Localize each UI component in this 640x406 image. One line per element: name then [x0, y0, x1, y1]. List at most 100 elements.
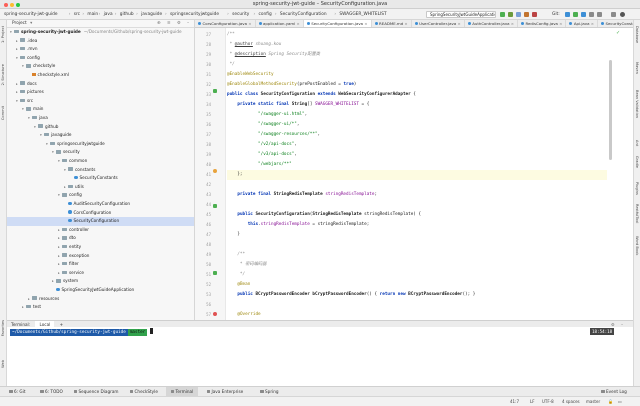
- close-icon[interactable]: ×: [510, 21, 514, 26]
- settings-icon[interactable]: [611, 11, 616, 17]
- close-icon[interactable]: ×: [403, 21, 407, 26]
- debug-icon[interactable]: [508, 11, 513, 17]
- tree-item[interactable]: ▸ entity: [7, 243, 194, 252]
- code-line[interactable]: */: [227, 60, 607, 70]
- breadcrumb-item[interactable]: springsecurityjwtguide: [170, 12, 219, 17]
- code-line[interactable]: public BCryptPasswordEncoder bCryptPassw…: [227, 290, 607, 300]
- git-commit-icon[interactable]: [573, 11, 578, 17]
- tree-item[interactable]: ▸ system: [7, 277, 194, 286]
- git-update-icon[interactable]: [565, 11, 570, 17]
- code-line[interactable]: };: [227, 170, 607, 180]
- tree-item[interactable]: ▾ javaguide: [7, 131, 194, 140]
- editor-tab[interactable]: README.md ×: [372, 20, 412, 27]
- project-panel-title[interactable]: Project: [12, 21, 27, 26]
- code-line[interactable]: "/swagger-ui.html",: [227, 110, 607, 120]
- tree-item[interactable]: ▸ utils: [7, 183, 194, 192]
- code-line[interactable]: */: [227, 270, 607, 280]
- editor-tab[interactable]: SecurityConstants.java ×: [598, 20, 633, 27]
- tool-window-maven[interactable]: Maven: [635, 62, 639, 74]
- tree-item[interactable]: ▸ test: [7, 303, 194, 312]
- code-line[interactable]: public SecurityConfiguration(StringRedis…: [227, 210, 607, 220]
- code-line[interactable]: public class SecurityConfiguration exten…: [227, 90, 607, 100]
- tree-item[interactable]: AuditSecurityConfiguration: [7, 200, 194, 209]
- code-line[interactable]: /**: [227, 250, 607, 260]
- tool-window-project[interactable]: 1: Project: [1, 26, 5, 43]
- code-line[interactable]: "/v2/api-docs",: [227, 140, 607, 150]
- breadcrumb-item[interactable]: github: [120, 12, 134, 17]
- collapse-all-icon[interactable]: ≡: [167, 20, 171, 28]
- line-separator[interactable]: LF: [530, 397, 535, 406]
- run-icon[interactable]: [500, 11, 505, 17]
- editor-tab[interactable]: CorsConfiguration.java ×: [195, 20, 256, 27]
- tree-item[interactable]: ▸ service: [7, 269, 194, 278]
- breadcrumb-item[interactable]: SWAGGER_WHITELIST: [339, 12, 386, 17]
- tool-window-word-book[interactable]: Word Book: [635, 236, 639, 255]
- tree-item[interactable]: ▸ .idea: [7, 37, 194, 46]
- code-line[interactable]: @EnableWebSecurity: [227, 70, 607, 80]
- code-line[interactable]: * @description Spring Security配置类: [227, 50, 607, 60]
- gear-icon[interactable]: ⚙: [177, 20, 181, 28]
- code-line[interactable]: [227, 180, 607, 190]
- breadcrumb-item[interactable]: src: [74, 12, 80, 17]
- code-line[interactable]: this.stringRedisTemplate = stringRedisTe…: [227, 220, 607, 230]
- code-line[interactable]: * @author shuang.kou: [227, 40, 607, 50]
- tool-window-commit[interactable]: Commit: [1, 106, 5, 120]
- tree-item[interactable]: SpringSecurityJwtGuideApplication: [7, 286, 194, 295]
- locate-icon[interactable]: ⊕: [157, 20, 161, 28]
- close-icon[interactable]: ×: [456, 21, 460, 26]
- code-line[interactable]: "/swagger-resources/**",: [227, 130, 607, 140]
- code-line[interactable]: @EnableGlobalMethodSecurity(prePostEnabl…: [227, 80, 607, 90]
- terminal-output[interactable]: ~/Documents/Github/spring-security-jwt-g…: [7, 327, 633, 386]
- inspection-ok-icon[interactable]: ✓: [616, 30, 620, 36]
- file-encoding[interactable]: UTF-8: [542, 397, 554, 406]
- tree-item[interactable]: ▾ checkstyle: [7, 62, 194, 71]
- tree-item[interactable]: ▸ .mvn: [7, 45, 194, 54]
- breadcrumb-item[interactable]: security: [232, 12, 249, 17]
- code-line[interactable]: [227, 240, 607, 250]
- close-icon[interactable]: ×: [295, 21, 300, 26]
- code-line[interactable]: /**: [227, 30, 607, 40]
- close-icon[interactable]: ×: [558, 21, 562, 26]
- git-rollback-icon[interactable]: [597, 11, 602, 17]
- code-editor[interactable]: /** * @author shuang.kou * @description …: [227, 28, 607, 320]
- close-icon[interactable]: ×: [590, 21, 594, 26]
- tree-item[interactable]: ▸ exception: [7, 252, 194, 261]
- editor-tab[interactable]: UserController.java ×: [412, 20, 465, 27]
- editor-tab[interactable]: AuthController.java ×: [465, 20, 519, 27]
- code-line[interactable]: }: [227, 230, 607, 240]
- code-line[interactable]: private final StringRedisTemplate string…: [227, 190, 607, 200]
- indent-setting[interactable]: 4 spaces: [562, 397, 580, 406]
- breadcrumb-item[interactable]: main: [87, 12, 98, 17]
- tree-item[interactable]: ▸ filter: [7, 260, 194, 269]
- profile-icon[interactable]: [524, 11, 529, 17]
- tool-window-structure[interactable]: 2: Structure: [1, 64, 5, 85]
- git-history-icon[interactable]: [589, 11, 594, 17]
- git-branch[interactable]: master: [586, 397, 600, 406]
- run-configuration-select[interactable]: SpringSecurityJwtGuideApplication: [426, 11, 496, 18]
- memory-indicator-icon[interactable]: ▭: [618, 397, 622, 406]
- code-line[interactable]: [227, 200, 607, 210]
- editor-tab[interactable]: application.yaml ×: [256, 20, 304, 27]
- tree-item[interactable]: ▸ dto: [7, 234, 194, 243]
- code-line[interactable]: @Bean: [227, 280, 607, 290]
- tree-item[interactable]: ▾ main: [7, 105, 194, 114]
- tree-item[interactable]: ▸ resources: [7, 295, 194, 304]
- tool-window-database[interactable]: Database: [635, 26, 639, 43]
- editor-tab[interactable]: Api.java ×: [566, 20, 598, 27]
- tool-window-ant[interactable]: Ant: [635, 140, 639, 146]
- tree-item[interactable]: SecurityConfiguration: [7, 217, 194, 226]
- tree-item[interactable]: ▾ src: [7, 97, 194, 106]
- code-line[interactable]: "/swagger-ui/*",: [227, 120, 607, 130]
- code-line[interactable]: "/v3/api-docs",: [227, 150, 607, 160]
- tree-item[interactable]: ▾ constants: [7, 166, 194, 175]
- hide-panel-icon[interactable]: –: [187, 20, 189, 28]
- tree-item[interactable]: checkstyle.xml: [7, 71, 194, 80]
- tree-item[interactable]: ▾ config: [7, 54, 194, 63]
- lightbulb-icon[interactable]: [213, 169, 217, 173]
- close-icon[interactable]: ×: [247, 21, 251, 26]
- code-line[interactable]: private static final String[] SWAGGER_WH…: [227, 100, 607, 110]
- lock-icon[interactable]: 🔓: [608, 397, 613, 406]
- code-line[interactable]: @Override: [227, 310, 607, 320]
- code-line[interactable]: * 密码编码器: [227, 260, 607, 270]
- close-icon[interactable]: ×: [363, 21, 367, 26]
